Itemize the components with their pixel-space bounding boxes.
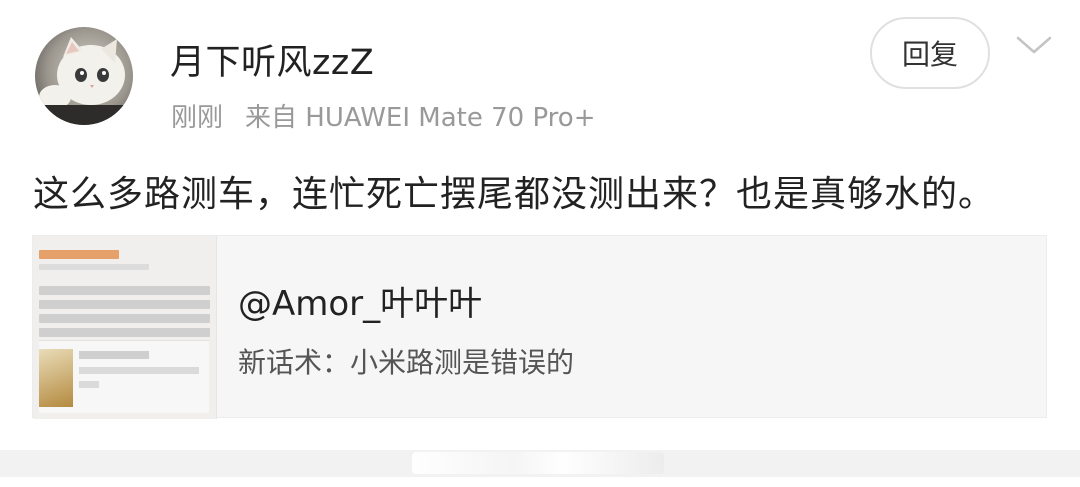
- avatar[interactable]: [35, 27, 133, 125]
- cat-avatar-image: [35, 37, 133, 125]
- post-source: 来自 HUAWEI Mate 70 Pro+: [245, 103, 596, 133]
- bottom-strip-overlay: [412, 452, 664, 474]
- post-meta: 刚刚 来自 HUAWEI Mate 70 Pro+: [171, 97, 596, 134]
- quoted-post-card[interactable]: @Amor_叶叶叶 新话术：小米路测是错误的: [32, 235, 1047, 419]
- username[interactable]: 月下听风zzZ: [170, 34, 374, 85]
- reply-button[interactable]: 回复: [870, 17, 990, 89]
- post-content: 这么多路测车，连忙死亡摆尾都没测出来？也是真够水的。: [33, 174, 996, 215]
- quoted-post-author[interactable]: @Amor_叶叶叶: [238, 276, 482, 325]
- post-time: 刚刚: [171, 103, 224, 133]
- quoted-post-thumbnail: [33, 236, 217, 419]
- quoted-post-text: 新话术：小米路测是错误的: [238, 346, 575, 379]
- chevron-down-icon[interactable]: [1014, 30, 1054, 60]
